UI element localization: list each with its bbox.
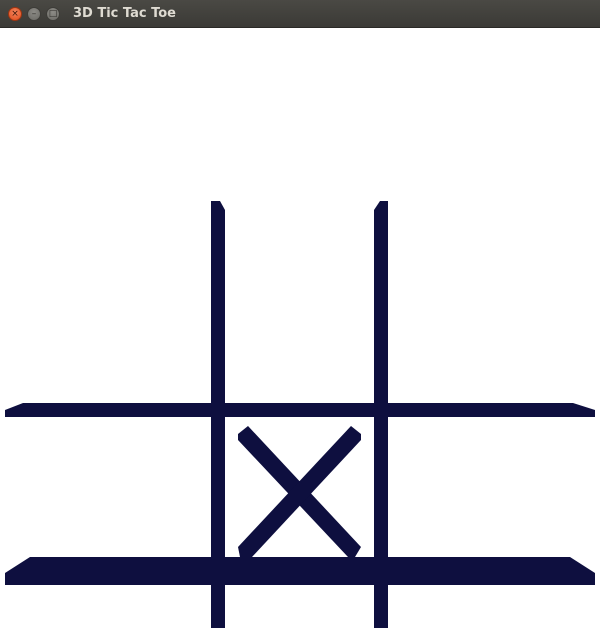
title-bar: × – □ 3D Tic Tac Toe — [0, 0, 600, 28]
cell-1[interactable] — [225, 201, 374, 403]
maximize-button[interactable]: □ — [46, 7, 60, 21]
minimize-icon: – — [31, 8, 37, 19]
cell-7[interactable] — [225, 585, 374, 628]
cell-0[interactable] — [5, 201, 211, 403]
close-icon: × — [11, 8, 19, 19]
grid-line-horizontal-top — [5, 403, 595, 417]
cell-8[interactable] — [388, 585, 595, 628]
grid-line-horizontal-bottom — [5, 557, 595, 585]
minimize-button[interactable]: – — [27, 7, 41, 21]
cell-5[interactable] — [388, 417, 595, 557]
cell-6[interactable] — [5, 585, 211, 628]
game-canvas[interactable] — [0, 28, 600, 628]
close-button[interactable]: × — [8, 7, 22, 21]
cell-3[interactable] — [5, 417, 211, 557]
board-3d — [5, 201, 595, 628]
cell-2[interactable] — [388, 201, 595, 403]
window-title: 3D Tic Tac Toe — [73, 6, 177, 21]
maximize-icon: □ — [48, 8, 58, 19]
game-window: × – □ 3D Tic Tac Toe — [0, 0, 600, 628]
